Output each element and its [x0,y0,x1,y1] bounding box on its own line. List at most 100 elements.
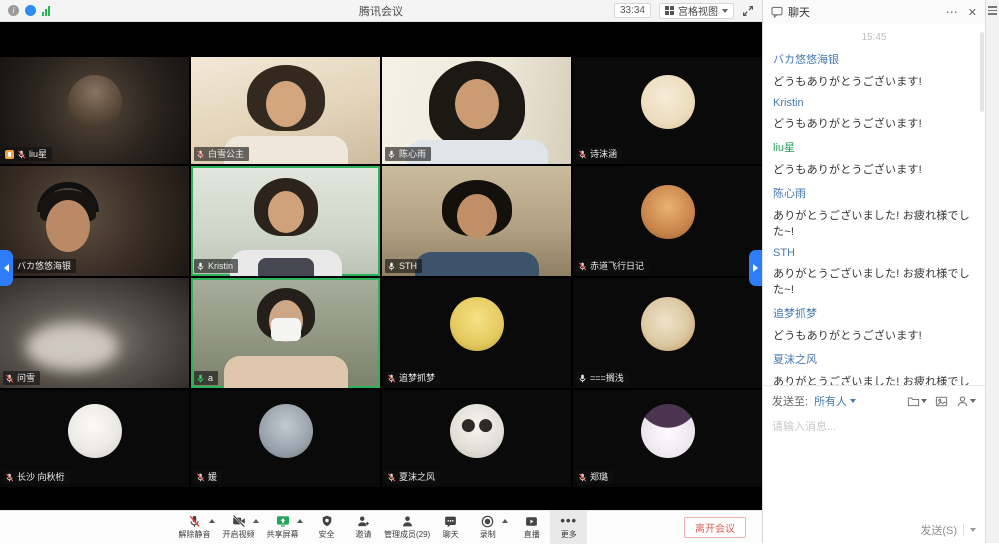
chat-scrollbar[interactable] [980,32,984,112]
next-page-arrow[interactable] [749,250,762,286]
participant-name: 赤道飞行日记 [590,260,644,272]
participant-name: 问雪 [17,372,35,384]
chevron-down-icon [850,399,856,403]
send-to-dropdown[interactable]: 所有人 [814,393,856,409]
mic-on-icon [196,262,205,271]
chat-sender-name: 追梦抓梦 [773,305,975,321]
image-icon [935,395,948,408]
chat-header: 聊天 ⋯ ✕ [763,0,985,24]
participant-name-badge: 赤道飞行日记 [576,259,649,273]
divider [963,524,964,536]
participant-name: liu星 [29,148,47,160]
participant-name-badge: 白雪公主 [194,147,249,161]
chevron-up-icon[interactable] [297,519,303,523]
video-tile-active-speaker[interactable]: Kristin [191,166,380,276]
participant-name-badge: 夏沫之风 [385,470,440,484]
meeting-titlebar: i 腾讯会议 33:34 宫格视图 [0,0,762,22]
network-signal-icon[interactable] [42,6,50,16]
video-tile[interactable]: 陈心雨 [382,57,571,164]
send-options-icon[interactable] [970,528,976,532]
participant-name-badge: STH [385,259,422,273]
live-button[interactable]: 直播 [513,511,550,544]
mic-muted-icon [196,150,205,159]
screenshot-button[interactable] [935,395,948,408]
participant-name-badge: liu星 [3,147,52,161]
chat-close-icon[interactable]: ✕ [968,6,977,19]
unmute-button[interactable]: 解除静音 [176,511,213,544]
file-attach-button[interactable] [907,395,927,408]
manage-members-button[interactable]: 管理成员(29) [382,511,432,544]
video-tile[interactable]: 长沙 向秋桁 [0,390,189,487]
video-tile[interactable]: 追梦抓梦 [382,278,571,388]
video-tile[interactable]: ===搁浅 [573,278,762,388]
send-button[interactable]: 发送(S) [920,522,957,538]
mic-muted-icon [188,515,201,528]
previous-page-arrow[interactable] [0,250,13,286]
mic-muted-icon [196,473,205,482]
participant-name: ===搁浅 [590,372,624,384]
chevron-down-icon [722,9,728,13]
chat-message: Kristin どうもありがとうございます! [773,97,975,131]
chat-message-list[interactable]: 15:45 バカ悠悠海银 どうもありがとうございます! Kristin どうもあ… [763,24,985,385]
avatar [641,75,695,129]
chevron-up-icon[interactable] [209,519,215,523]
mic-muted-icon [578,473,587,482]
start-video-button[interactable]: 开启视频 [220,511,257,544]
chevron-down-icon [921,399,927,403]
record-button[interactable]: 录制 [469,511,506,544]
chat-message: 夏沫之风 ありがとうございました! お疲れ様でした~! [773,351,975,385]
chat-sender-name: Kristin [773,97,975,109]
chat-message-text: ありがとうございました! お疲れ様でした~! [773,207,975,239]
record-icon [481,515,494,528]
participant-name-badge: a [194,371,218,385]
video-tile[interactable]: 诗沫涵 [573,57,762,164]
side-strip [985,0,999,543]
video-grid-area: liu星 白雪公主 陈心雨 诗沫涵 [0,22,762,510]
mention-member-button[interactable] [956,395,976,408]
chat-input[interactable] [772,418,976,522]
mic-muted-icon [17,150,26,159]
participant-name-badge: ===搁浅 [576,371,629,385]
avatar [450,297,504,351]
mic-muted-icon [578,262,587,271]
video-tile[interactable]: 郑璐 [573,390,762,487]
participant-name-badge: 陈心雨 [385,147,431,161]
chevron-up-icon[interactable] [253,519,259,523]
video-tile[interactable]: 媛 [191,390,380,487]
chat-message-text: ありがとうございました! お疲れ様でした~! [773,265,975,297]
video-tile[interactable]: バカ悠悠海银 [0,166,189,276]
video-tile[interactable]: 白雪公主 [191,57,380,164]
mic-on-icon [387,262,396,271]
video-tile-active-speaker[interactable]: a [191,278,380,388]
chat-message: liu星 どうもありがとうございます! [773,139,975,177]
fullscreen-icon[interactable] [742,5,754,17]
menu-icon[interactable] [988,6,997,15]
meeting-toolbar: 解除静音 开启视频 共享屏幕 安全 邀请 管理成员(29) [0,510,762,543]
layout-view-button[interactable]: 宫格视图 [659,3,734,19]
invite-button[interactable]: 邀请 [345,511,382,544]
leave-meeting-button[interactable]: 离开会议 [684,517,746,538]
meeting-info-icon[interactable]: i [8,5,19,16]
security-button[interactable]: 安全 [308,511,345,544]
video-tile[interactable]: 赤道飞行日记 [573,166,762,276]
camera-off-icon [232,515,246,528]
chat-message: STH ありがとうございました! お疲れ様でした~! [773,247,975,297]
more-button[interactable]: ••• 更多 [550,511,587,544]
face-mask [271,318,301,341]
arrow-left-icon [4,264,9,272]
layout-view-label: 宫格视图 [678,3,718,18]
avatar [641,404,695,458]
chat-button[interactable]: 聊天 [432,511,469,544]
send-to-label: 发送至: [772,393,808,409]
protection-icon[interactable] [25,5,36,16]
mic-muted-icon [578,150,587,159]
video-tile[interactable]: liu星 [0,57,189,164]
video-tile[interactable]: 夏沫之风 [382,390,571,487]
share-screen-button[interactable]: 共享屏幕 [264,511,301,544]
chevron-up-icon[interactable] [502,519,508,523]
chat-more-icon[interactable]: ⋯ [946,8,959,16]
video-tile[interactable]: 问雪 [0,278,189,388]
chat-panel-title: 聊天 [788,4,810,20]
chevron-down-icon [970,399,976,403]
video-tile[interactable]: STH [382,166,571,276]
